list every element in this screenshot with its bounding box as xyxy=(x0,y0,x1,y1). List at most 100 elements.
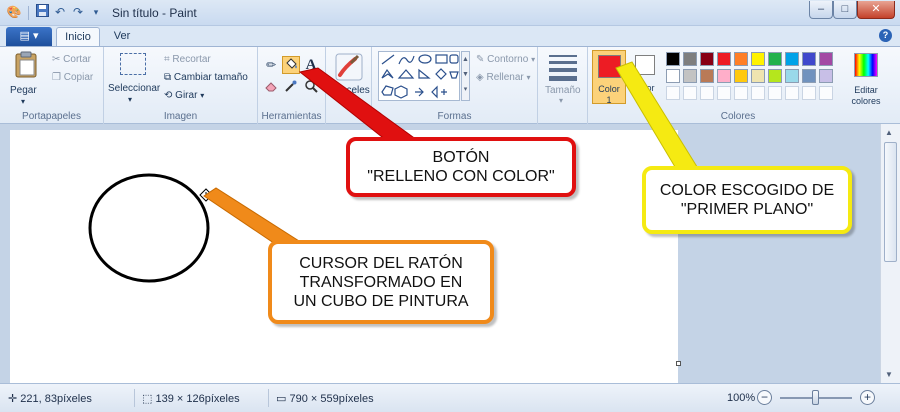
size-dropdown-icon: ▾ xyxy=(559,96,564,105)
paint-app-icon[interactable]: 🎨 xyxy=(6,4,22,20)
palette-empty-swatch[interactable] xyxy=(751,86,765,100)
paste-icon xyxy=(15,51,37,78)
cursor-position: ✛ 221, 83píxeles xyxy=(8,392,92,405)
rotate-dropdown-icon: ▾ xyxy=(200,91,205,101)
paste-button[interactable]: Pegar ▾ xyxy=(6,51,46,107)
select-dropdown-icon[interactable]: ▾ xyxy=(128,95,132,104)
pencil-icon[interactable]: ✏ xyxy=(262,56,280,74)
status-separator xyxy=(134,389,135,407)
fill-shape-button[interactable]: ◈ Rellenar ▾ xyxy=(476,72,531,83)
palette-swatch[interactable] xyxy=(785,69,799,83)
eraser-icon[interactable] xyxy=(262,78,280,96)
redo-icon[interactable]: ↷ xyxy=(70,4,86,20)
palette-swatch[interactable] xyxy=(683,52,697,66)
help-icon[interactable]: ? xyxy=(879,29,892,42)
crop-button[interactable]: ⌗ Recortar xyxy=(164,54,211,65)
palette-swatch[interactable] xyxy=(700,69,714,83)
app-menu-button[interactable]: ▤ ▾ xyxy=(6,27,52,46)
maximize-button[interactable]: □ xyxy=(833,1,857,19)
palette-empty-swatch[interactable] xyxy=(717,86,731,100)
callout-cursor: CURSOR DEL RATÓN TRANSFORMADO EN UN CUBO… xyxy=(268,240,494,324)
palette-empty-swatch[interactable] xyxy=(802,86,816,100)
palette-empty-swatch[interactable] xyxy=(734,86,748,100)
palette-empty-swatch[interactable] xyxy=(785,86,799,100)
canvas-resize-handle[interactable] xyxy=(676,361,681,366)
tab-ver[interactable]: Ver xyxy=(104,27,140,46)
paint-bucket-cursor-icon xyxy=(199,188,213,202)
palette-empty-swatch[interactable] xyxy=(666,86,680,100)
edit-colors-button[interactable]: Editar colores xyxy=(846,51,886,109)
fill-bucket-icon[interactable] xyxy=(282,56,300,74)
select-label: Seleccionar xyxy=(108,83,161,94)
outline-icon: ✎ xyxy=(476,54,485,65)
palette-swatch[interactable] xyxy=(819,52,833,66)
zoom-in-button[interactable]: + xyxy=(860,390,875,405)
save-icon[interactable] xyxy=(34,4,50,20)
palette-empty-swatch[interactable] xyxy=(700,86,714,100)
edit-colors-label: Editar colores xyxy=(851,85,881,106)
customize-qa-icon[interactable]: ▾ xyxy=(88,4,104,20)
select-button[interactable]: Seleccionar ▾ xyxy=(108,51,160,107)
qa-separator xyxy=(28,6,29,20)
color-picker-icon[interactable] xyxy=(282,78,300,96)
palette-swatch[interactable] xyxy=(717,52,731,66)
palette-swatch[interactable] xyxy=(785,52,799,66)
palette-empty-swatch[interactable] xyxy=(683,86,697,100)
palette-swatch[interactable] xyxy=(666,69,680,83)
palette-swatch[interactable] xyxy=(734,69,748,83)
tab-inicio[interactable]: Inicio xyxy=(56,27,100,46)
palette-swatch[interactable] xyxy=(734,52,748,66)
paste-dropdown-icon[interactable]: ▾ xyxy=(21,97,25,106)
color1-button[interactable]: Color 1 xyxy=(592,50,626,105)
minimize-button[interactable]: – xyxy=(809,1,833,19)
zoom-out-button[interactable]: − xyxy=(757,390,772,405)
palette-swatch[interactable] xyxy=(683,69,697,83)
palette-swatch[interactable] xyxy=(700,52,714,66)
outline-button[interactable]: ✎ Contorno ▾ xyxy=(476,54,535,65)
resize-button[interactable]: ⧉ Cambiar tamaño xyxy=(164,72,248,83)
color2-label: Color xyxy=(633,83,655,93)
palette-swatch[interactable] xyxy=(666,52,680,66)
status-bar: ✛ 221, 83píxeles ⬚ 139 × 126píxeles ▭ 79… xyxy=(0,383,900,412)
palette-swatch[interactable] xyxy=(751,52,765,66)
image-size-text: 790 × 559píxeles xyxy=(289,393,374,405)
color-spectrum-icon xyxy=(854,53,878,77)
scissors-icon: ✂ xyxy=(52,54,61,65)
scroll-down-icon[interactable]: ▼ xyxy=(885,370,893,379)
palette-swatch[interactable] xyxy=(768,52,782,66)
size-button[interactable]: Tamaño ▾ xyxy=(543,51,585,107)
color2-button[interactable]: Color xyxy=(631,50,661,104)
copy-button[interactable]: ❐ Copiar xyxy=(52,72,93,83)
close-button[interactable]: ✕ xyxy=(857,1,895,19)
rotate-label: Girar xyxy=(175,90,198,102)
palette-swatch[interactable] xyxy=(768,69,782,83)
cut-button[interactable]: ✂ Cortar xyxy=(52,54,91,65)
copy-label: Copiar xyxy=(63,72,94,84)
shapes-scroll[interactable]: ▲ ▼ ▾ xyxy=(461,51,470,101)
rotate-icon: ⟲ xyxy=(164,90,173,101)
palette-swatch[interactable] xyxy=(819,69,833,83)
crop-icon: ⌗ xyxy=(164,54,170,65)
brushes-button[interactable]: Pinceles xyxy=(329,51,370,101)
text-tool-icon[interactable]: A xyxy=(302,56,320,74)
ribbon-tab-row: ▤ ▾ Inicio Ver ? xyxy=(0,26,900,46)
title-bar: 🎨 ↶ ↷ ▾ Sin título - Paint – □ ✕ xyxy=(0,0,900,26)
undo-icon[interactable]: ↶ xyxy=(52,4,68,20)
scrollbar-thumb[interactable] xyxy=(884,142,897,262)
shapes-gallery[interactable] xyxy=(378,51,460,101)
palette-empty-swatch[interactable] xyxy=(819,86,833,100)
image-size: ▭ 790 × 559píxeles xyxy=(276,392,374,405)
vertical-scrollbar[interactable]: ▲ ▼ xyxy=(880,124,900,383)
palette-swatch[interactable] xyxy=(802,69,816,83)
palette-swatch[interactable] xyxy=(802,52,816,66)
palette-empty-swatch[interactable] xyxy=(768,86,782,100)
magnifier-icon[interactable] xyxy=(302,78,320,96)
paste-label: Pegar xyxy=(10,85,37,96)
zoom-slider-thumb[interactable] xyxy=(812,390,819,405)
palette-swatch[interactable] xyxy=(751,69,765,83)
color2-swatch xyxy=(635,55,655,75)
palette-swatch[interactable] xyxy=(717,69,731,83)
scroll-up-icon[interactable]: ▲ xyxy=(885,128,893,137)
zoom-level: 100% xyxy=(727,392,756,404)
rotate-button[interactable]: ⟲ Girar ▾ xyxy=(164,90,204,101)
